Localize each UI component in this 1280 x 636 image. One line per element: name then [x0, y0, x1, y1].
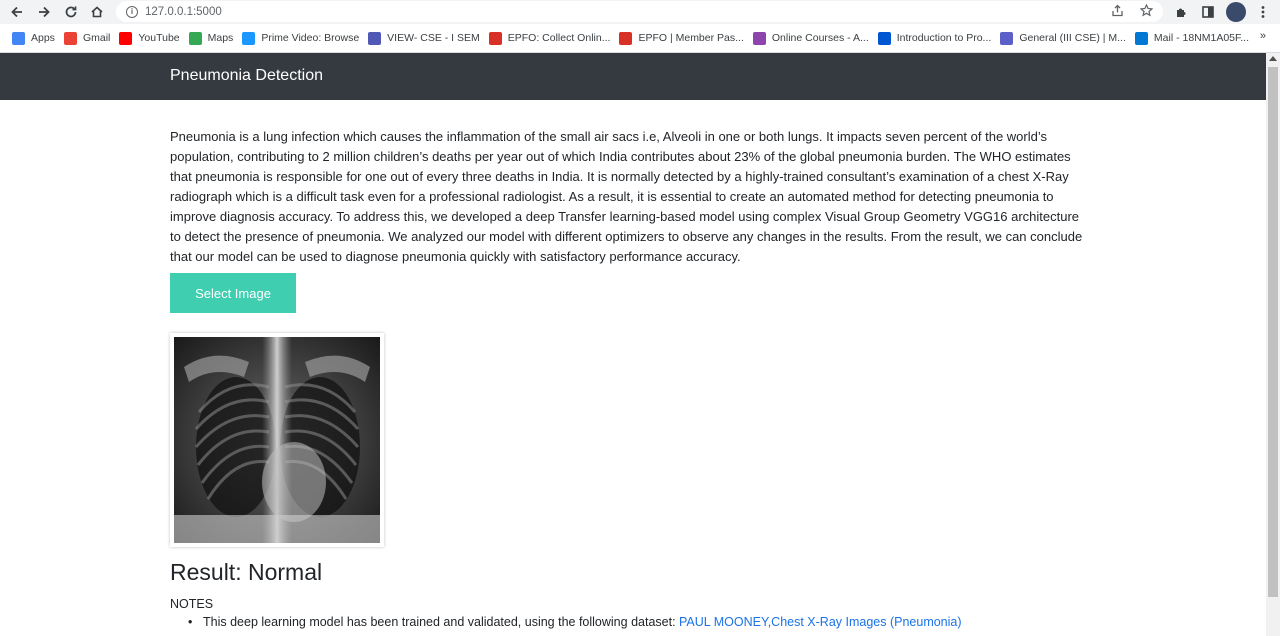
result-value: Normal: [247, 559, 323, 585]
bookmark-item[interactable]: Maps: [187, 27, 241, 49]
gmail-icon: [63, 31, 77, 45]
url-text: 127.0.0.1:5000: [145, 5, 222, 18]
bookmark-item[interactable]: Gmail: [62, 27, 117, 49]
scroll-thumb[interactable]: [1268, 67, 1278, 597]
bookmark-label: General (III CSE) | M...: [1019, 32, 1126, 44]
site-info-icon[interactable]: i: [126, 5, 138, 18]
notes-list: This deep learning model has been traine…: [186, 615, 962, 629]
result-label: Result:: [170, 559, 242, 585]
online-courses-icon: [752, 31, 766, 45]
extensions-puzzle-icon[interactable]: [1172, 3, 1190, 21]
bookmark-item[interactable]: VIEW- CSE - I SEM: [366, 27, 487, 49]
bookmark-label: Online Courses - A...: [771, 32, 869, 44]
bookmark-star-icon[interactable]: [1139, 3, 1154, 20]
bookmark-label: Gmail: [82, 32, 111, 44]
bookmark-label: Mail - 18NM1A05F...: [1153, 32, 1250, 44]
notes-title: NOTES: [170, 597, 214, 611]
preview-image-frame: [170, 333, 384, 547]
result-heading: Result: Normal: [170, 559, 322, 586]
bookmark-item[interactable]: General (III CSE) | M...: [998, 27, 1133, 49]
home-icon[interactable]: [86, 2, 108, 22]
browser-toolbar: i 127.0.0.1:5000: [0, 0, 1280, 24]
bookmark-label: Prime Video: Browse: [261, 32, 360, 44]
bookmark-item[interactable]: Apps: [10, 27, 62, 49]
bookmark-label: VIEW- CSE - I SEM: [387, 32, 480, 44]
scroll-up-arrow-icon[interactable]: [1269, 56, 1277, 61]
note-text: This deep learning model has been traine…: [203, 615, 680, 629]
bookmark-label: YouTube: [138, 32, 180, 44]
bookmarks-bar: Apps Gmail YouTube Maps Prime Video: Browse V…: [0, 24, 1280, 53]
navbar-brand[interactable]: Pneumonia Detection: [170, 67, 323, 85]
teams-icon: [1000, 31, 1014, 45]
bookmark-item[interactable]: Prime Video: Browse: [240, 27, 366, 49]
reload-icon[interactable]: [60, 2, 82, 22]
side-panel-icon[interactable]: [1199, 3, 1217, 21]
bookmark-item[interactable]: Online Courses - A...: [751, 27, 876, 49]
coursera-icon: [877, 31, 891, 45]
bookmark-item[interactable]: YouTube: [117, 27, 186, 49]
select-image-button[interactable]: Select Image: [170, 273, 296, 313]
dataset-link[interactable]: PAUL MOONEY,Chest X-Ray Images (Pneumoni…: [679, 615, 962, 629]
list-item: This deep learning model has been traine…: [186, 615, 962, 629]
profile-avatar[interactable]: [1226, 2, 1246, 22]
bookmark-item[interactable]: Mail - 18NM1A05F...: [1133, 27, 1256, 49]
share-icon[interactable]: [1111, 4, 1124, 20]
menu-kebab-icon[interactable]: [1254, 3, 1272, 21]
page-viewport: Pneumonia Detection Pneumonia is a lung …: [0, 53, 1266, 636]
bookmark-item[interactable]: EPFO | Member Pas...: [617, 27, 750, 49]
apps-grid-icon: [12, 31, 25, 45]
bookmark-label: EPFO: Collect Onlin...: [507, 32, 611, 44]
prime-video-icon: [242, 31, 256, 45]
address-bar[interactable]: i 127.0.0.1:5000: [116, 1, 1163, 22]
bookmark-label: Introduction to Pro...: [896, 32, 992, 44]
bookmark-item[interactable]: Introduction to Pro...: [876, 27, 999, 49]
youtube-icon: [119, 31, 133, 45]
epfo-icon: [488, 31, 502, 45]
back-arrow-icon[interactable]: [6, 2, 28, 22]
bookmark-item[interactable]: EPFO: Collect Onlin...: [487, 27, 618, 49]
page-scrollbar[interactable]: [1266, 53, 1280, 636]
navbar: Pneumonia Detection: [0, 53, 1266, 100]
intro-paragraph: Pneumonia is a lung infection which caus…: [170, 129, 1083, 264]
chest-xray-image: [174, 337, 380, 543]
bookmarks-overflow-icon[interactable]: »: [1260, 30, 1266, 42]
outlook-icon: [1134, 31, 1148, 45]
view-icon: [368, 31, 382, 45]
bookmark-label: EPFO | Member Pas...: [638, 32, 744, 44]
forward-arrow-icon[interactable]: [33, 2, 55, 22]
epfo-member-icon: [619, 31, 633, 45]
maps-icon: [188, 31, 202, 45]
bookmark-label: Maps: [207, 32, 234, 44]
bookmark-label: Apps: [31, 32, 55, 44]
